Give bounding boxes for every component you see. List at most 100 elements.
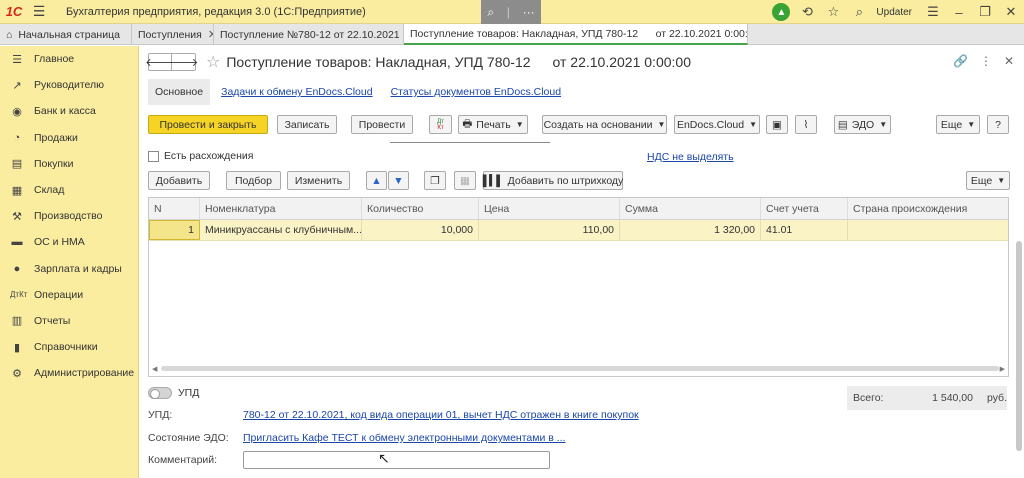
minimize-icon[interactable]: – [946, 5, 972, 20]
sidebar-item-bank[interactable]: ◉ Банк и касса [0, 98, 138, 124]
horizontal-scrollbar[interactable] [161, 366, 999, 371]
add-by-barcode-button[interactable]: ▌▍▌ Добавить по штрихкоду [483, 171, 623, 190]
user-name[interactable]: Updater [876, 7, 912, 18]
paste-icon: ▦ [460, 174, 470, 187]
column-header-sum[interactable]: Сумма [620, 198, 761, 219]
sidebar-item-label: Производство [34, 210, 103, 223]
close-form-icon[interactable]: ✕ [1004, 54, 1014, 68]
tab-endocs-tasks[interactable]: Задачи к обмену EnDocs.Cloud [214, 79, 379, 105]
link-icon[interactable]: 🔗 [953, 54, 968, 68]
select-button[interactable]: Подбор [226, 171, 281, 190]
more-icon[interactable]: ··· [523, 5, 535, 19]
sidebar-item-salary[interactable]: ● Зарплата и кадры [0, 256, 138, 282]
restore-icon[interactable]: ❐ [972, 4, 998, 20]
goods-table[interactable]: N Номенклатура Количество Цена Сумма Сче… [148, 197, 1009, 377]
change-button[interactable]: Изменить [287, 171, 350, 190]
column-header-item[interactable]: Номенклатура [200, 198, 362, 219]
sidebar-item-sales[interactable]: ◔ Продажи [0, 125, 138, 151]
dropdown-arrow-icon: ▼ [997, 176, 1006, 185]
attach-button[interactable]: ⌇ [795, 115, 817, 134]
favorites-star-icon[interactable]: ☆ [820, 4, 846, 20]
post-button[interactable]: Провести [351, 115, 413, 134]
sidebar-item-admin[interactable]: ⚙ Администрирование [0, 360, 138, 386]
form-menu-icon[interactable]: ⋮ [980, 54, 992, 68]
structure-icon: ▣ [772, 118, 782, 131]
warehouse-icon: ▦ [11, 184, 23, 197]
print-button[interactable]: 🖶 Печать ▼ [458, 115, 528, 134]
column-header-n[interactable]: N [149, 198, 200, 219]
edo-status-link[interactable]: Пригласить Кафе ТЕСТ к обмену электронны… [243, 432, 566, 444]
sidebar-item-label: Справочники [34, 341, 98, 354]
sidebar-item-reports[interactable]: ▥ Отчеты [0, 308, 138, 334]
edo-icon: ▤ [837, 118, 848, 131]
move-down-button[interactable]: ▼ [388, 171, 409, 190]
more-button[interactable]: Еще ▼ [936, 115, 980, 134]
comment-input[interactable] [243, 451, 550, 469]
cell-country[interactable] [848, 220, 1008, 240]
tab-endocs-statuses[interactable]: Статусы документов EnDocs.Cloud [384, 79, 568, 105]
main-menu-icon[interactable]: ☰ [28, 3, 50, 20]
sidebar-item-director[interactable]: ↗ Руководителю [0, 72, 138, 98]
cell-n[interactable]: 1 [149, 220, 200, 240]
post-and-close-button[interactable]: Провести и закрыть [148, 115, 268, 134]
column-header-account[interactable]: Счет учета [761, 198, 848, 219]
tab-receipt-780[interactable]: Поступление №780-12 от 22.10.2021 ✕ [214, 24, 404, 45]
cell-account[interactable]: 41.01 [761, 220, 848, 240]
sidebar-item-label: Отчеты [34, 314, 71, 327]
favorite-star-icon[interactable]: ☆ [206, 52, 220, 72]
discrepancies-checkbox[interactable] [148, 150, 159, 162]
sidebar-item-label: Покупки [34, 157, 74, 170]
sidebar-item-production[interactable]: ⚒ Производство [0, 203, 138, 229]
scroll-right-icon[interactable]: ▶ [1000, 365, 1005, 373]
table-more-button[interactable]: Еще ▼ [966, 171, 1010, 190]
zoom-icon[interactable]: ⌕ [487, 5, 494, 20]
tab-home[interactable]: ⌂ Начальная страница [0, 24, 132, 45]
help-button[interactable]: ? [987, 115, 1009, 134]
sidebar-item-operations[interactable]: ДтКт Операции [0, 282, 138, 308]
search-icon[interactable]: ⌕ [846, 4, 872, 20]
column-header-price[interactable]: Цена [479, 198, 620, 219]
add-row-button[interactable]: Добавить [148, 171, 210, 190]
tab-label: Начальная страница [18, 28, 120, 41]
settings-menu-icon[interactable]: ☰ [920, 4, 946, 20]
scrollbar-thumb[interactable] [1016, 241, 1022, 451]
sidebar-item-assets[interactable]: ▬ ОС и НМА [0, 229, 138, 255]
table-row[interactable]: 1 Миникруассаны с клубничным... 10,000 1… [149, 220, 1008, 241]
sidebar-item-warehouse[interactable]: ▦ Склад [0, 177, 138, 203]
column-header-country[interactable]: Страна происхождения [848, 198, 1008, 219]
sidebar-item-purchases[interactable]: ▤ Покупки [0, 151, 138, 177]
nds-link[interactable]: НДС не выделять [647, 151, 734, 163]
close-window-icon[interactable]: ✕ [998, 4, 1024, 20]
sidebar-item-catalogs[interactable]: ▮ Справочники [0, 334, 138, 360]
app-logo: 1С [5, 4, 23, 19]
move-up-button[interactable]: ▲ [366, 171, 387, 190]
vertical-scrollbar[interactable] [1016, 161, 1022, 461]
history-icon[interactable]: ⟲ [794, 4, 820, 20]
cell-qty[interactable]: 10,000 [362, 220, 479, 240]
sidebar-item-label: Банк и касса [34, 105, 96, 118]
paste-rows-button[interactable]: ▦ [454, 171, 476, 190]
scroll-left-icon[interactable]: ◀ [152, 365, 157, 373]
create-based-on-button[interactable]: Создать на основании ▼ [542, 115, 667, 134]
sidebar-item-label: Главное [34, 53, 75, 66]
cell-sum[interactable]: 1 320,00 [620, 220, 761, 240]
edo-button[interactable]: ▤ ЭДО ▼ [834, 115, 891, 134]
dtkt-button[interactable]: Дт Кт [429, 115, 452, 134]
column-header-qty[interactable]: Количество [362, 198, 479, 219]
tab-receipts[interactable]: Поступления ✕ [132, 24, 214, 45]
copy-rows-button[interactable]: ❐ [424, 171, 446, 190]
cell-price[interactable]: 110,00 [479, 220, 620, 240]
zoom-group: ⌕ | ··· [481, 0, 541, 24]
upd-toggle[interactable] [148, 387, 172, 399]
save-button[interactable]: Записать [277, 115, 337, 134]
forward-button[interactable]: 🡒 [169, 53, 198, 71]
tab-main[interactable]: Основное [148, 79, 211, 105]
cell-item[interactable]: Миникруассаны с клубничным... [200, 220, 362, 240]
upd-link[interactable]: 780-12 от 22.10.2021, код вида операции … [243, 409, 639, 421]
structure-button[interactable]: ▣ [766, 115, 788, 134]
notification-icon[interactable]: ▲ [772, 3, 791, 21]
endocs-button[interactable]: EnDocs.Cloud ▼ [674, 115, 760, 134]
dropdown-arrow-icon: ▼ [879, 120, 888, 129]
tab-current-document[interactable]: Поступление товаров: Накладная, УПД 780-… [404, 24, 748, 45]
sidebar-item-main[interactable]: ☰ Главное [0, 46, 138, 72]
